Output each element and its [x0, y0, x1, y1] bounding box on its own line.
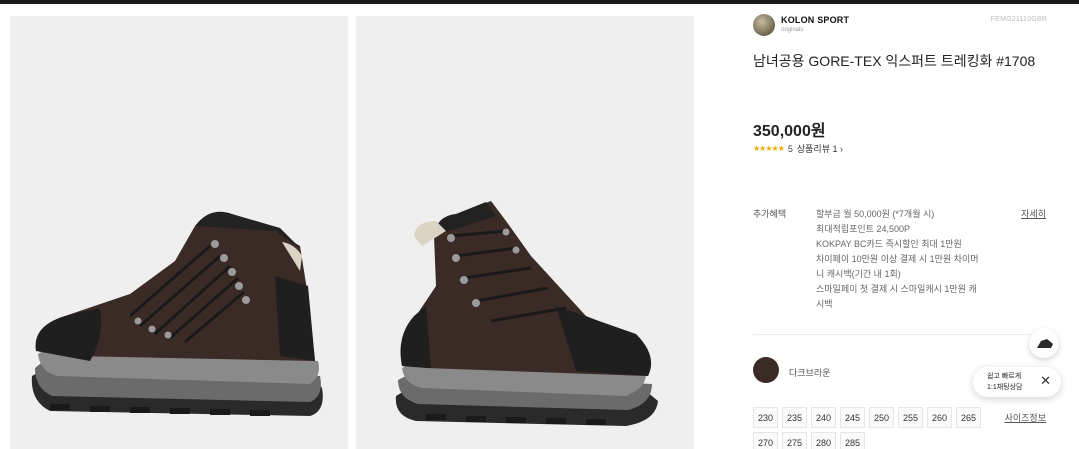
size-option[interactable]: 245: [840, 407, 865, 428]
size-option[interactable]: 285: [840, 432, 865, 449]
size-option[interactable]: 260: [927, 407, 952, 428]
benefit-line: 차이페이 10만원 이상 결제 시 1만원 차이머: [816, 254, 979, 264]
benefit-line: 스마일페이 첫 결제 시 스마일캐시 1만원 캐: [816, 284, 977, 294]
divider: [753, 334, 1048, 335]
brand-logo-icon[interactable]: [753, 14, 775, 36]
boot-side-image: [31, 211, 323, 416]
rating-row: ★★★★★ 5 상품리뷰 1 ›: [753, 142, 843, 155]
size-options: 230 235 240 245 250 255 260 265 270 275 …: [753, 407, 993, 449]
chat-consult-bubble[interactable]: 쉽고 빠르게 1:1채팅상담 ✕: [973, 367, 1061, 397]
size-guide-link[interactable]: 사이즈정보: [1005, 411, 1046, 424]
chat-text-line2: 1:1채팅상담: [987, 384, 1023, 391]
boot-thumbnail-icon: [1037, 339, 1053, 348]
star-rating-icon: ★★★★★: [753, 144, 785, 153]
boot-angle-image: [395, 201, 658, 426]
floating-action-button[interactable]: [1029, 328, 1059, 358]
benefit-label: 추가혜택: [753, 209, 787, 219]
benefit-line: 니 캐시백(기간 내 1회): [816, 269, 901, 279]
brand-name[interactable]: KOLON SPORT: [781, 15, 849, 25]
product-price: 350,000원: [753, 123, 826, 140]
product-photo-side[interactable]: [10, 16, 348, 449]
size-option[interactable]: 230: [753, 407, 778, 428]
rating-count: 5: [787, 143, 793, 154]
size-option[interactable]: 255: [898, 407, 923, 428]
color-name: 다크브라운: [789, 368, 831, 378]
product-gallery: [0, 4, 720, 449]
size-option[interactable]: 280: [811, 432, 836, 449]
brand-subtitle: originals: [781, 27, 804, 33]
review-link[interactable]: 상품리뷰 1 ›: [797, 142, 843, 155]
chat-text-line1: 쉽고 빠르게: [987, 373, 1022, 380]
product-code: FEMG21110GBR: [990, 16, 1047, 23]
close-icon[interactable]: ✕: [1040, 373, 1051, 389]
size-option[interactable]: 240: [811, 407, 836, 428]
benefit-line: 최대적립포인트 24,500P: [816, 224, 910, 234]
benefit-line: 시백: [816, 299, 833, 309]
benefit-line: KOKPAY BC카드 즉시할인 최대 1만원: [816, 239, 962, 249]
benefit-line: 할부금 월 50,000원 (*7개월 시): [816, 209, 935, 219]
size-option[interactable]: 275: [782, 432, 807, 449]
product-title: 남녀공용 GORE-TEX 익스퍼트 트레킹화 #1708: [753, 53, 1036, 69]
benefit-detail-link[interactable]: 자세히: [1021, 207, 1046, 220]
product-photo-angle[interactable]: [356, 16, 694, 449]
color-swatch-darkbrown[interactable]: [753, 357, 779, 383]
size-option[interactable]: 270: [753, 432, 778, 449]
size-option[interactable]: 250: [869, 407, 894, 428]
size-option[interactable]: 235: [782, 407, 807, 428]
size-option[interactable]: 265: [956, 407, 981, 428]
benefit-list: 할부금 월 50,000원 (*7개월 시) 최대적립포인트 24,500P K…: [816, 207, 1041, 312]
